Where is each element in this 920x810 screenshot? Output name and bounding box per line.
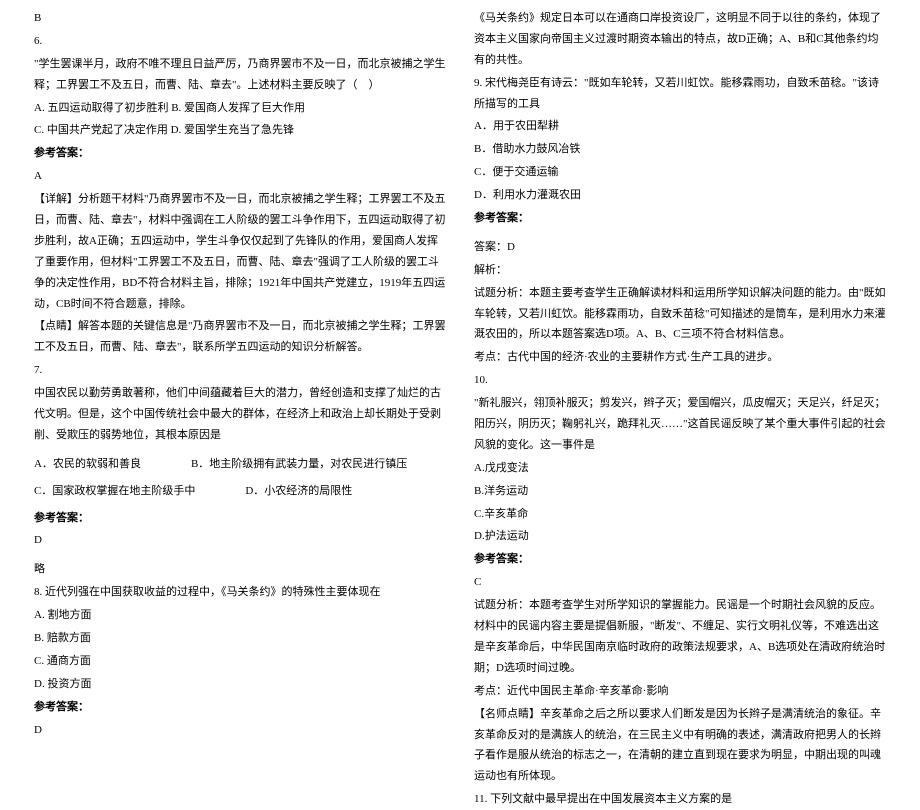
q10-answer: C (474, 572, 886, 593)
answer-b: B (34, 8, 446, 29)
q9-opt-c: C．便于交通运输 (474, 162, 886, 183)
q10-note: 【名师点睛】辛亥革命之后之所以要求人们断发是因为长辫子是满清统治的象征。辛亥革命… (474, 704, 886, 788)
q10-opt-c: C.辛亥革命 (474, 504, 886, 525)
q7-text: 中国农民以勤劳勇敢著称，他们中间蕴藏着巨大的潜力，曾经创造和支撑了灿烂的古代文明… (34, 383, 446, 446)
q10-opt-a: A.戊戌变法 (474, 458, 886, 479)
right-column: 《马关条约》规定日本可以在通商口岸投资设厂，这明显不同于以往的条约，体现了资本主… (460, 8, 900, 643)
q9-opt-a: A．用于农田犁耕 (474, 116, 886, 137)
q7-note: 略 (34, 559, 446, 580)
q10-text: "新礼服兴，翎顶补服灭；剪发兴，辫子灭；爱国帽兴，瓜皮帽灭；天足兴，纤足灭；阳历… (474, 393, 886, 456)
q6-explain-1: 【详解】分析题干材料"乃商界罢市不及一日，而北京被捕之学生释；工界罢工不及五日，… (34, 189, 446, 314)
reference-label: 参考答案： (474, 549, 886, 570)
reference-label: 参考答案： (34, 508, 446, 529)
q7-opt-d: D．小农经济的局限性 (245, 481, 352, 502)
q6-opt-cd: C. 中国共产党起了决定作用 D. 爱国学生充当了急先锋 (34, 120, 446, 141)
q9-explain-title: 解析： (474, 260, 886, 281)
q10-num: 10. (474, 370, 886, 391)
q9-opt-d: D．利用水力灌溉农田 (474, 185, 886, 206)
q8-answer: D (34, 720, 446, 741)
q9-opt-b: B．借助水力鼓风冶铁 (474, 139, 886, 160)
q7-num: 7. (34, 360, 446, 381)
q7-opt-a: A．农民的软弱和善良 (34, 454, 141, 475)
q8-text: 8. 近代列强在中国获取收益的过程中，《马关条约》的特殊性主要体现在 (34, 582, 446, 603)
q8-opt-d: D. 投资方面 (34, 674, 446, 695)
q10-opt-d: D.护法运动 (474, 526, 886, 547)
q9-text: 9. 宋代梅尧臣有诗云："既如车轮转，又若川虹饮。能移霖雨功，自致禾苗稔。"该诗… (474, 73, 886, 115)
q8-explain: 《马关条约》规定日本可以在通商口岸投资设厂，这明显不同于以往的条约，体现了资本主… (474, 8, 886, 71)
q7-opt-b: B．地主阶级拥有武装力量，对农民进行镇压 (191, 454, 407, 475)
q8-opt-c: C. 通商方面 (34, 651, 446, 672)
q8-opt-a: A. 割地方面 (34, 605, 446, 626)
q6-explain-2: 【点睛】解答本题的关键信息是"乃商界罢市不及一日，而北京被捕之学生释；工界罢工不… (34, 316, 446, 358)
q11-text: 11. 下列文献中最早提出在中国发展资本主义方案的是 (474, 789, 886, 810)
reference-label: 参考答案： (34, 143, 446, 164)
q6-answer: A (34, 166, 446, 187)
q10-opt-b: B.洋务运动 (474, 481, 886, 502)
left-column: B 6. "学生罢课半月，政府不唯不理且日益严厉，乃商界罢市不及一日，而北京被捕… (20, 8, 460, 643)
reference-label: 参考答案： (474, 208, 886, 229)
q8-opt-b: B. 赔款方面 (34, 628, 446, 649)
q6-opt-ab: A. 五四运动取得了初步胜利 B. 爱国商人发挥了巨大作用 (34, 98, 446, 119)
q9-explain: 试题分析：本题主要考查学生正确解读材料和运用所学知识解决问题的能力。由"既如车轮… (474, 283, 886, 346)
q7-answer: D (34, 530, 446, 551)
q7-opt-c: C．国家政权掌握在地主阶级手中 (34, 481, 195, 502)
q9-answer: 答案：D (474, 237, 886, 258)
q10-point: 考点：近代中国民主革命·辛亥革命·影响 (474, 681, 886, 702)
q6-text: "学生罢课半月，政府不唯不理且日益严厉，乃商界罢市不及一日，而北京被捕之学生释；… (34, 54, 446, 96)
q10-explain: 试题分析：本题考查学生对所学知识的掌握能力。民谣是一个时期社会风貌的反应。材料中… (474, 595, 886, 679)
q9-point: 考点：古代中国的经济·农业的主要耕作方式·生产工具的进步。 (474, 347, 886, 368)
reference-label: 参考答案： (34, 697, 446, 718)
q6-num: 6. (34, 31, 446, 52)
